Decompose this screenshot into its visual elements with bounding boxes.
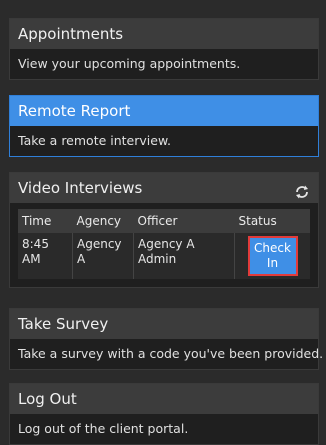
column-header-status: Status [234, 209, 310, 233]
video-interviews-card: Video Interviews Time Agency Officer Sta… [9, 172, 319, 288]
remote-report-description: Take a remote interview. [18, 133, 171, 148]
take-survey-title: Take Survey [18, 315, 109, 333]
refresh-icon[interactable] [294, 180, 310, 199]
check-in-button[interactable]: Check In [247, 236, 298, 276]
video-interviews-table: Time Agency Officer Status 8:45 AM Agenc… [18, 209, 310, 279]
table-header-row: Time Agency Officer Status [18, 209, 310, 233]
appointments-card[interactable]: Appointments View your upcoming appointm… [9, 18, 319, 80]
log-out-title: Log Out [18, 390, 77, 408]
cell-agency: Agency A [72, 233, 134, 279]
appointments-title: Appointments [18, 25, 124, 43]
log-out-card[interactable]: Log Out Log out of the client portal. [9, 383, 319, 445]
video-interviews-title: Video Interviews [18, 179, 143, 197]
column-header-time: Time [18, 209, 73, 233]
remote-report-header[interactable]: Remote Report [10, 96, 318, 126]
log-out-header[interactable]: Log Out [10, 384, 318, 414]
remote-report-title: Remote Report [18, 102, 131, 120]
table-row: 8:45 AM Agency A Agency A Admin Check In [18, 233, 310, 279]
appointments-description: View your upcoming appointments. [18, 56, 241, 71]
cell-status: Check In [234, 233, 310, 279]
column-header-officer: Officer [133, 209, 235, 233]
log-out-description: Log out of the client portal. [18, 421, 189, 436]
take-survey-description: Take a survey with a code you've been pr… [18, 346, 324, 361]
column-header-agency: Agency [72, 209, 134, 233]
cell-time: 8:45 AM [18, 233, 73, 279]
cell-officer: Agency A Admin [133, 233, 235, 279]
take-survey-card[interactable]: Take Survey Take a survey with a code yo… [9, 308, 324, 370]
take-survey-header[interactable]: Take Survey [10, 309, 318, 339]
remote-report-card[interactable]: Remote Report Take a remote interview. [9, 95, 319, 157]
video-interviews-header: Video Interviews [10, 173, 318, 203]
appointments-header[interactable]: Appointments [10, 19, 318, 49]
